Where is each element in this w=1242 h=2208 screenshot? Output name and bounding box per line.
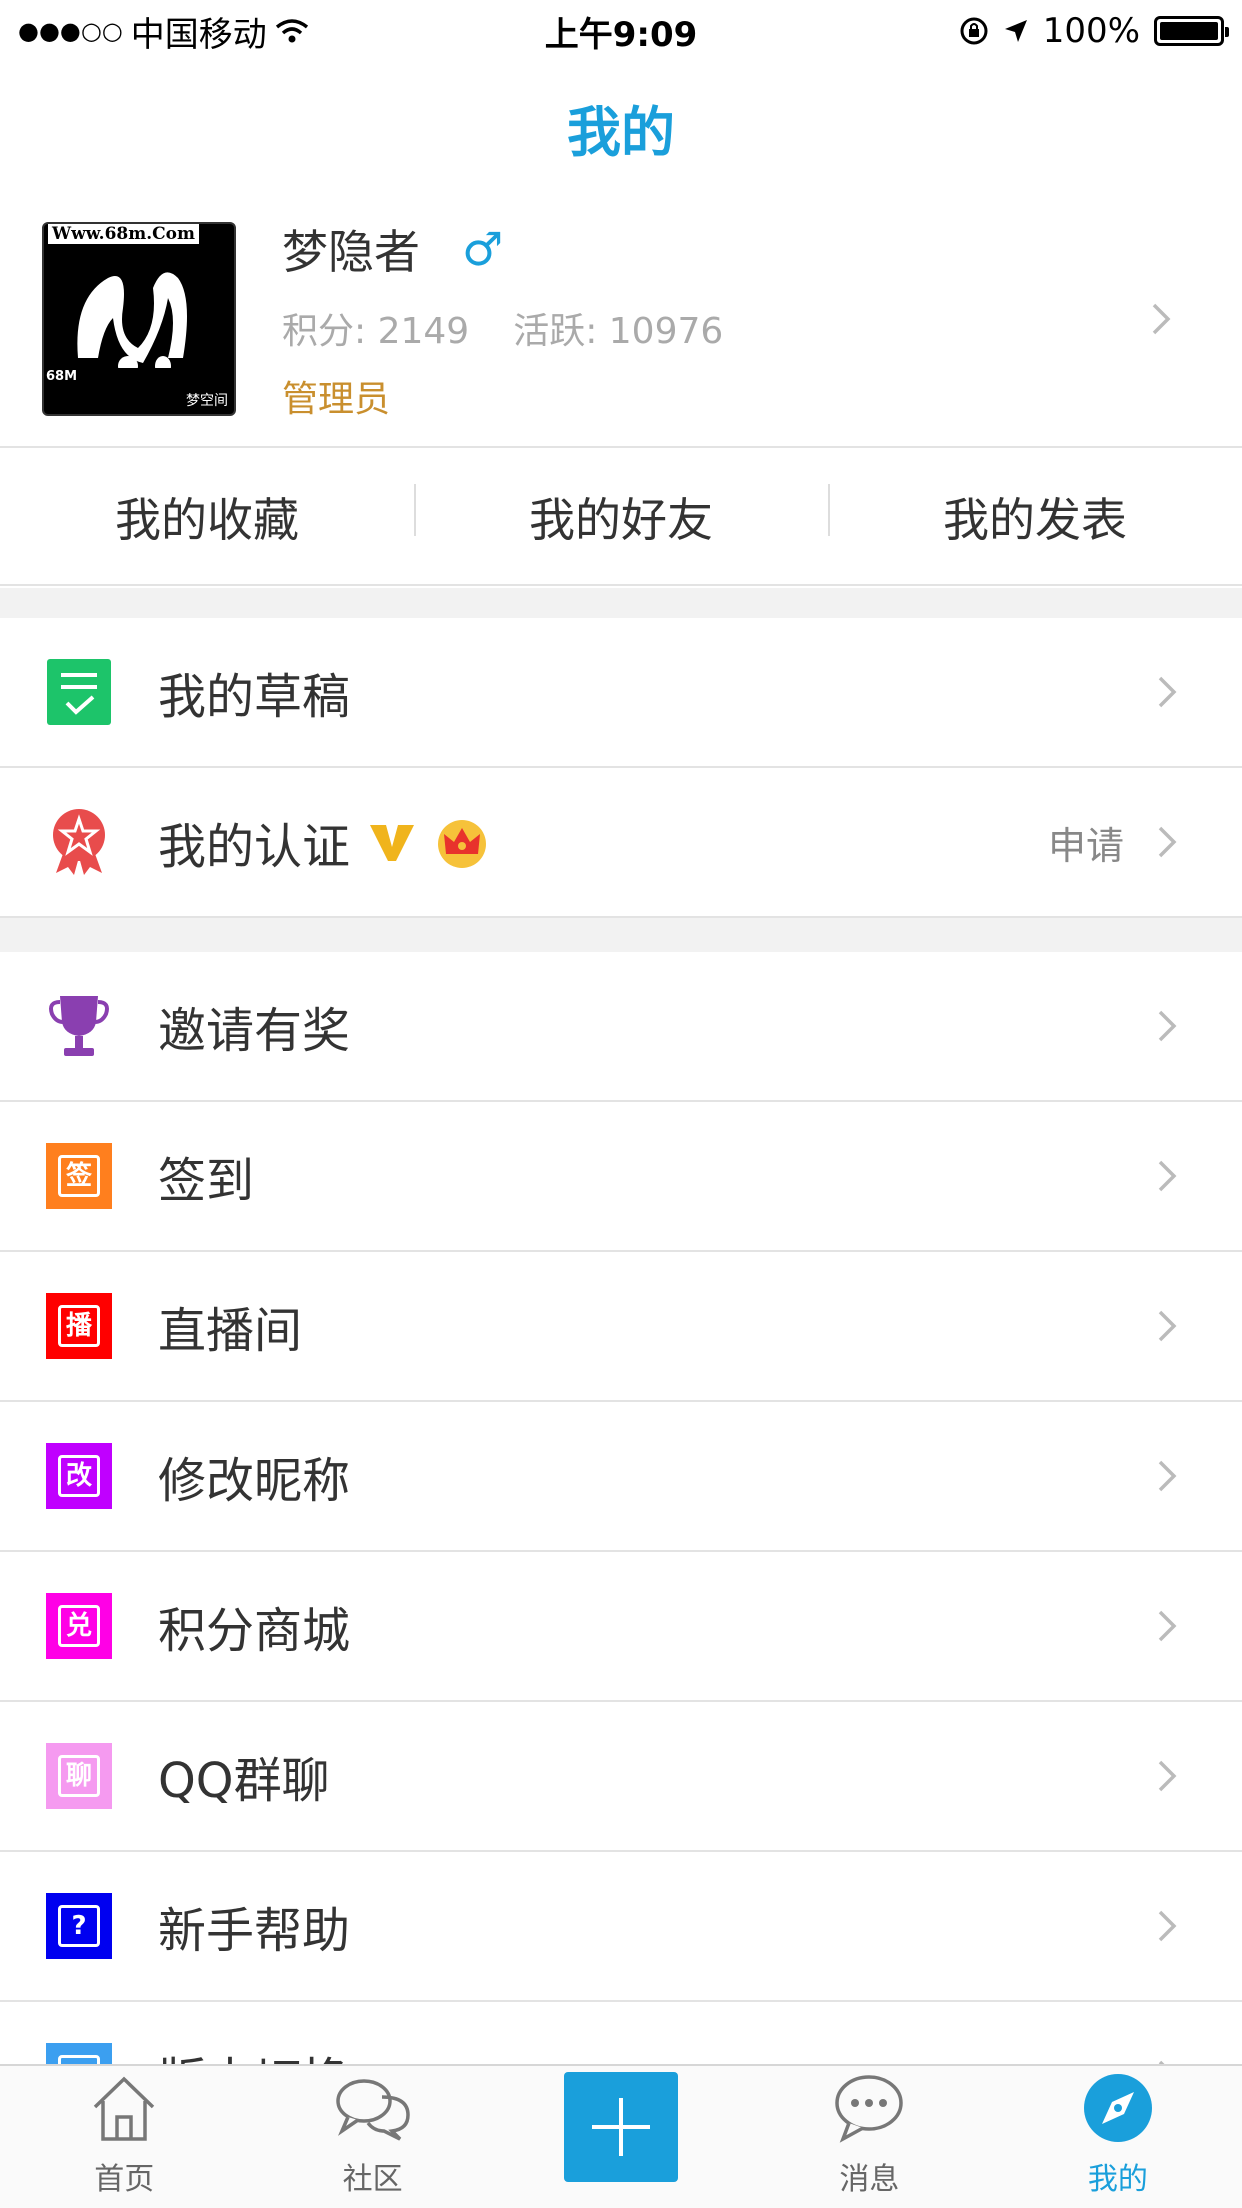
list-item-label: 签到 xyxy=(158,1153,255,1209)
wifi-icon xyxy=(275,19,308,43)
tab-home[interactable]: 首页 xyxy=(0,2066,248,2208)
avatar-watermark: Www.68m.Com xyxy=(48,224,199,244)
chevron-right-icon xyxy=(1158,1760,1177,1792)
avatar-mark: 68M xyxy=(46,369,78,384)
avatar-caption: 梦空间 xyxy=(186,393,228,409)
list-item-label: 直播间 xyxy=(158,1303,303,1359)
location-icon xyxy=(1004,20,1027,42)
account-list: 我的草稿 我的认证 申请 xyxy=(0,618,1242,918)
chevron-right-icon xyxy=(1158,1010,1177,1042)
compass-icon xyxy=(1078,2068,1158,2148)
message-icon xyxy=(829,2068,909,2148)
help-icon: ? xyxy=(46,1893,112,1959)
status-right: 100% xyxy=(959,11,1229,51)
tab-label: 首页 xyxy=(94,2162,155,2197)
male-gender-icon: ♂ xyxy=(462,222,504,276)
profile-card[interactable]: Www.68m.Com 68M 梦空间 梦隐者 ♂ 积分: 2149 活跃: 1… xyxy=(0,192,1242,448)
v-badge-icon xyxy=(370,825,415,861)
tab-favorites[interactable]: 我的收藏 xyxy=(0,484,414,550)
tab-messages[interactable]: 消息 xyxy=(745,2066,993,2208)
profile-info: 梦隐者 ♂ 积分: 2149 活跃: 10976 管理员 xyxy=(282,216,1142,422)
checkin-icon: 签 xyxy=(46,1143,112,1209)
navigation-bar: 我的 xyxy=(0,62,1242,192)
avatar[interactable]: Www.68m.Com 68M 梦空间 xyxy=(42,222,236,416)
list-item-label: 邀请有奖 xyxy=(158,1003,351,1059)
user-role: 管理员 xyxy=(282,379,391,420)
chevron-right-icon xyxy=(1158,1610,1177,1642)
tab-label: 消息 xyxy=(839,2162,900,2197)
profile-name-row: 梦隐者 ♂ xyxy=(282,216,1142,282)
status-left: ●●●○○ 中国移动 xyxy=(18,7,309,56)
feature-list: 邀请有奖 签 签到 播 直播间 改 修改昵称 兑 积分商城 聊 QQ群聊 ? 新… xyxy=(0,952,1242,2152)
list-item-label: 新手帮助 xyxy=(158,1903,351,1959)
tab-community[interactable]: 社区 xyxy=(248,2066,496,2208)
plus-icon[interactable] xyxy=(564,2072,679,2182)
live-icon: 播 xyxy=(46,1293,112,1359)
draft-icon xyxy=(46,659,112,725)
list-item-help[interactable]: ? 新手帮助 xyxy=(0,1852,1242,2002)
crown-badge-icon xyxy=(438,820,487,868)
apply-link[interactable]: 申请 xyxy=(1048,815,1124,870)
tab-label: 我的 xyxy=(1087,2162,1148,2197)
points-stat: 积分: 2149 xyxy=(282,311,470,352)
avatar-logo-graphic xyxy=(77,272,187,368)
rename-icon: 改 xyxy=(46,1443,112,1509)
list-item-certification[interactable]: 我的认证 申请 xyxy=(0,768,1242,918)
quick-tabs: 我的收藏 我的好友 我的发表 xyxy=(0,450,1242,586)
list-item-rename[interactable]: 改 修改昵称 xyxy=(0,1402,1242,1552)
page-title: 我的 xyxy=(567,100,675,164)
carrier-name: 中国移动 xyxy=(130,14,267,55)
chevron-right-icon xyxy=(1158,1460,1177,1492)
list-item-checkin[interactable]: 签 签到 xyxy=(0,1102,1242,1252)
community-icon xyxy=(333,2068,413,2148)
list-item-drafts[interactable]: 我的草稿 xyxy=(0,618,1242,768)
trophy-icon xyxy=(46,993,112,1059)
activity-stat: 活跃: 10976 xyxy=(513,311,724,352)
tab-me[interactable]: 我的 xyxy=(994,2066,1242,2208)
list-item-label-row: 我的认证 xyxy=(158,807,1048,877)
chevron-right-icon xyxy=(1158,1910,1177,1942)
list-item-label: 我的草稿 xyxy=(158,669,351,725)
list-item-live[interactable]: 播 直播间 xyxy=(0,1252,1242,1402)
tab-posts[interactable]: 我的发表 xyxy=(828,484,1242,550)
list-item-qq-group[interactable]: 聊 QQ群聊 xyxy=(0,1702,1242,1852)
status-bar: ●●●○○ 中国移动 上午9:09 100% xyxy=(0,0,1242,62)
chevron-right-icon xyxy=(1158,1160,1177,1192)
battery-percent: 100% xyxy=(1042,11,1140,51)
list-item-label: 修改昵称 xyxy=(158,1453,351,1509)
list-item-label: 我的认证 xyxy=(158,819,351,875)
profile-stats: 积分: 2149 活跃: 10976 xyxy=(282,302,1142,354)
list-item-label: 积分商城 xyxy=(158,1603,351,1659)
tab-label: 社区 xyxy=(342,2162,403,2197)
list-item-invite[interactable]: 邀请有奖 xyxy=(0,952,1242,1102)
username: 梦隐者 xyxy=(282,225,420,279)
tab-post[interactable] xyxy=(497,2066,745,2208)
signal-strength: ●●●○○ xyxy=(18,17,123,45)
chevron-right-icon xyxy=(1158,676,1177,708)
section-divider xyxy=(0,588,1242,618)
battery-icon xyxy=(1154,16,1229,46)
list-item-points-mall[interactable]: 兑 积分商城 xyxy=(0,1552,1242,1702)
tab-bar: 首页 社区 消息 我的 xyxy=(0,2064,1242,2208)
home-icon xyxy=(84,2068,164,2148)
section-divider xyxy=(0,918,1242,952)
chevron-right-icon xyxy=(1158,1310,1177,1342)
chevron-right-icon xyxy=(1152,303,1171,335)
rotation-lock-icon xyxy=(960,17,988,45)
certification-icon xyxy=(46,809,112,875)
qq-group-icon: 聊 xyxy=(46,1743,112,1809)
tab-friends[interactable]: 我的好友 xyxy=(414,484,828,550)
chevron-right-icon xyxy=(1158,826,1177,858)
points-mall-icon: 兑 xyxy=(46,1593,112,1659)
list-item-label: QQ群聊 xyxy=(158,1753,330,1809)
